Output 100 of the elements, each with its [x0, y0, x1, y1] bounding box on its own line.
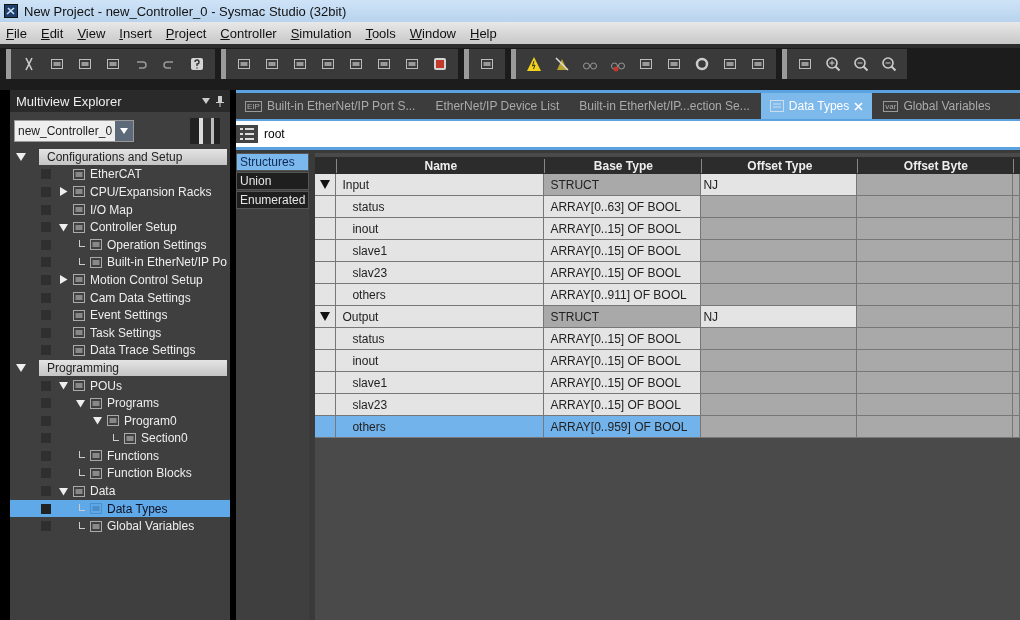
expander-cell — [315, 416, 337, 438]
expander-cell — [315, 218, 337, 240]
tree-item[interactable]: Program0 — [124, 413, 177, 428]
type-category-item[interactable]: Structures — [236, 153, 310, 171]
small-window-icon — [73, 168, 85, 180]
tree-item[interactable]: Controller Setup — [90, 220, 177, 235]
table-cell: NJ — [701, 174, 858, 196]
controller-device-picture — [190, 118, 220, 144]
small-window-icon — [90, 520, 102, 532]
table-cell: inout — [336, 350, 545, 372]
small-window-icon — [73, 274, 85, 286]
expand-arrow-icon[interactable] — [59, 381, 68, 390]
type-category-item[interactable]: Union — [236, 172, 310, 190]
tree-item[interactable]: CPU/Expansion Racks — [90, 185, 212, 199]
column-header[interactable]: Name — [336, 159, 545, 173]
menu-item[interactable]: Tools — [365, 25, 396, 41]
table-cell: ARRAY[0..15] OF BOOL — [544, 218, 702, 240]
tree-item[interactable]: Functions — [107, 448, 160, 463]
small-window-icon — [90, 397, 102, 409]
small-window-icon — [90, 256, 102, 268]
expand-arrow-icon[interactable] — [16, 362, 26, 373]
small-window-icon — [73, 327, 85, 339]
panel-title: Multiview Explorer — [16, 93, 122, 109]
tree-item[interactable]: Cam Data Settings — [90, 290, 191, 305]
tree-item[interactable]: Global Variables — [107, 519, 195, 534]
type-category-item[interactable]: Enumerated — [236, 191, 310, 209]
column-header[interactable]: Offset Type — [701, 159, 858, 173]
table-cell: ARRAY[0..15] OF BOOL — [544, 262, 702, 284]
tree-item[interactable]: POUs — [90, 378, 122, 393]
warning-icon[interactable] — [526, 56, 542, 72]
data-types-icon — [769, 100, 784, 112]
expand-arrow-icon[interactable] — [59, 222, 68, 232]
list-icon[interactable] — [236, 125, 258, 143]
expand-arrow-icon[interactable] — [320, 180, 331, 189]
menu-item[interactable]: Window — [409, 25, 456, 41]
table-cell: inout — [336, 218, 545, 240]
row-marker-square — [41, 503, 51, 514]
tree-section-header[interactable]: Configurations and Setup — [39, 148, 227, 165]
tree-item[interactable]: Section0 — [141, 431, 188, 446]
controller-dropdown[interactable]: new_Controller_0 — [14, 120, 135, 142]
dropdown-icon[interactable] — [202, 98, 210, 104]
small-window-icon — [90, 503, 102, 515]
menu-item[interactable]: Project — [165, 25, 207, 41]
tab-icon-label: EIP — [245, 100, 262, 112]
expander-cell — [315, 240, 337, 262]
tree-item[interactable]: Data — [90, 484, 116, 499]
menu-item[interactable]: Simulation — [290, 25, 352, 41]
menu-item[interactable]: File — [6, 25, 27, 41]
small-window-icon — [73, 485, 85, 497]
slash-icon[interactable] — [554, 56, 570, 72]
expand-arrow-icon[interactable] — [59, 275, 68, 285]
tree-item[interactable]: Programs — [107, 396, 159, 411]
app-logo-icon — [4, 4, 18, 18]
help-icon[interactable] — [189, 56, 205, 72]
window-title: New Project - new_Controller_0 - Sysmac Studio (32bit) — [24, 3, 347, 19]
table-cell: status — [336, 196, 545, 218]
table-cell: NJ — [701, 306, 858, 328]
table-cell: ARRAY[0..15] OF BOOL — [544, 240, 702, 262]
expand-arrow-icon[interactable] — [16, 151, 26, 162]
small-window-icon — [90, 239, 102, 251]
tree-section-header[interactable]: Programming — [39, 359, 227, 376]
tree-item[interactable]: EtherCAT — [90, 167, 142, 182]
table-cell: Output — [336, 306, 545, 328]
expand-arrow-icon[interactable] — [320, 312, 331, 321]
tree-item[interactable]: Operation Settings — [107, 237, 207, 252]
pin-icon[interactable] — [216, 95, 224, 107]
column-header[interactable]: Base Type — [544, 159, 702, 173]
zoom-in-icon[interactable] — [825, 56, 841, 72]
dropdown-arrow-icon — [120, 128, 129, 134]
tree-item[interactable]: Event Settings — [90, 308, 168, 323]
table-cell: ARRAY[0..63] OF BOOL — [544, 196, 702, 218]
table-cell: ARRAY[0..15] OF BOOL — [544, 394, 702, 416]
small-window-icon — [124, 432, 136, 444]
menu-item[interactable]: Insert — [119, 25, 152, 41]
expander-cell — [315, 394, 337, 416]
tree-item[interactable]: I/O Map — [90, 202, 133, 217]
menu-item[interactable]: Controller — [220, 25, 277, 41]
table-cell: slav23 — [336, 394, 545, 416]
menu-item[interactable]: View — [77, 25, 106, 41]
expand-arrow-icon[interactable] — [59, 486, 68, 496]
tree-item[interactable]: Data Trace Settings — [90, 343, 196, 358]
table-cell: status — [336, 328, 545, 350]
tree-item[interactable]: Built-in EtherNet/IP Po — [107, 255, 227, 270]
expander-cell — [315, 262, 337, 284]
menu-item[interactable]: Edit — [40, 25, 64, 41]
stop-icon[interactable] — [432, 56, 448, 72]
menu-item[interactable]: Help — [470, 25, 497, 41]
zoom-out-icon[interactable] — [853, 56, 869, 72]
tree-item[interactable]: Motion Control Setup — [90, 272, 203, 287]
small-window-icon — [90, 468, 102, 479]
small-window-icon — [73, 204, 85, 216]
tree-item[interactable]: Task Settings — [90, 325, 162, 340]
tree-item[interactable]: Function Blocks — [107, 466, 192, 481]
circle-icon[interactable] — [694, 56, 710, 72]
table-cell: ARRAY[0..15] OF BOOL — [544, 372, 702, 394]
expand-arrow-icon[interactable] — [93, 416, 102, 426]
column-header[interactable]: Offset Byte — [857, 159, 1014, 173]
expand-arrow-icon[interactable] — [76, 398, 85, 408]
expand-arrow-icon[interactable] — [59, 187, 68, 197]
table-cell: Input — [336, 174, 545, 196]
